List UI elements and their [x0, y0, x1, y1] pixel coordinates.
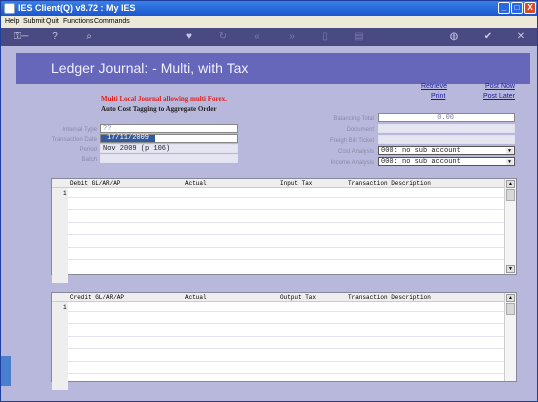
table-row[interactable]: [68, 336, 505, 337]
period-field[interactable]: Nov 2009 (p 106): [100, 144, 238, 153]
table-row[interactable]: [68, 209, 505, 210]
main-content: Ledger Journal: - Multi, with Tax Retrie…: [1, 46, 537, 401]
input-tax-column[interactable]: Input Tax: [280, 180, 312, 187]
income-analysis-select[interactable]: 000: no sub account ▼: [378, 157, 515, 166]
page-banner: Ledger Journal: - Multi, with Tax: [16, 53, 530, 84]
credit-scrollbar[interactable]: ▲: [504, 293, 516, 381]
credit-grid[interactable]: Credit GL/AR/AP Actual Output Tax Transa…: [51, 292, 517, 390]
menu-functions[interactable]: Functions: [63, 18, 93, 25]
credit-gl-column[interactable]: Credit GL/AR/AP: [70, 294, 124, 301]
heart-icon[interactable]: ♥: [183, 30, 195, 44]
window-title: IES Client(Q) v8.72 : My IES: [18, 3, 136, 13]
internal-type-field[interactable]: ??: [100, 124, 238, 133]
output-tax-column[interactable]: Output Tax: [280, 294, 316, 301]
table-row[interactable]: [68, 348, 505, 349]
menu-bar: Help Submit Quit Functions Commands: [1, 16, 537, 28]
credit-actual-column[interactable]: Actual: [185, 294, 207, 301]
batch-field[interactable]: [100, 154, 238, 163]
page-title: Ledger Journal: - Multi, with Tax: [51, 60, 249, 76]
cancel-icon[interactable]: ✕: [515, 30, 527, 44]
scroll-down-icon[interactable]: ▼: [506, 265, 515, 273]
credit-row-numbers: 1: [52, 302, 68, 390]
search-icon[interactable]: ⌕: [83, 30, 95, 44]
help-icon[interactable]: ?: [49, 30, 61, 44]
cost-analysis-label: Cost Analysis: [337, 149, 374, 155]
table-row[interactable]: [68, 323, 505, 324]
print-link[interactable]: Print: [431, 93, 445, 100]
scroll-thumb[interactable]: [506, 303, 515, 315]
table-row[interactable]: [68, 373, 505, 374]
side-dock[interactable]: [1, 356, 11, 386]
document-label: Document: [346, 127, 374, 133]
title-bar: IES Client(Q) v8.72 : My IES _ □ X: [1, 1, 537, 16]
menu-help[interactable]: Help: [5, 18, 19, 25]
internal-type-label: Internal Type: [62, 127, 97, 133]
rewind-icon[interactable]: «: [251, 30, 263, 44]
freight-bill-field[interactable]: [378, 135, 515, 144]
batch-label: Batch: [81, 157, 97, 163]
scroll-up-icon[interactable]: ▲: [506, 294, 515, 302]
cost-analysis-value: 000: no sub account: [381, 147, 461, 155]
refresh-icon[interactable]: ↻: [217, 30, 229, 44]
ok-icon[interactable]: ✔: [482, 30, 494, 44]
transaction-date-field[interactable]: 17/11/2009: [100, 134, 238, 143]
debit-scrollbar[interactable]: ▲ ▼: [504, 179, 516, 274]
minimize-button[interactable]: _: [498, 2, 510, 14]
key-icon[interactable]: ⚿─: [11, 30, 31, 44]
balancing-total-field: 0.00: [378, 113, 515, 122]
credit-grid-header: Credit GL/AR/AP Actual Output Tax Transa…: [52, 293, 505, 302]
period-label: Period: [79, 147, 97, 153]
debit-grid[interactable]: Debit GL/AR/AP Actual Input Tax Transact…: [51, 178, 517, 283]
app-window: IES Client(Q) v8.72 : My IES _ □ X Help …: [0, 0, 538, 402]
credit-description-column[interactable]: Transaction Description: [348, 294, 431, 301]
scroll-thumb[interactable]: [506, 189, 515, 201]
document-field[interactable]: [378, 124, 515, 133]
table-row[interactable]: [68, 197, 505, 198]
multi-forex-notice: Multi Local Journal allowing multi Forex…: [101, 95, 227, 103]
table-row[interactable]: [68, 234, 505, 235]
retrieve-link[interactable]: Retrieve: [421, 83, 447, 90]
balancing-total-label: Balancing Total: [333, 116, 374, 122]
trash-icon[interactable]: ▯: [319, 30, 331, 44]
debit-description-column[interactable]: Transaction Description: [348, 180, 431, 187]
chevron-down-icon[interactable]: ▼: [506, 148, 513, 154]
post-later-link[interactable]: Post Later: [483, 93, 515, 100]
credit-row-number: 1: [63, 304, 67, 311]
close-button[interactable]: X: [524, 2, 536, 14]
debit-row-number: 1: [63, 190, 67, 197]
globe-icon[interactable]: ◍: [448, 30, 460, 44]
debit-actual-column[interactable]: Actual: [185, 180, 207, 187]
freight-bill-label: Freigh Bill Ticket: [329, 138, 374, 144]
income-analysis-value: 000: no sub account: [381, 158, 461, 166]
fast-forward-icon[interactable]: »: [286, 30, 298, 44]
debit-row-numbers: 1: [52, 188, 68, 283]
chevron-down-icon[interactable]: ▼: [506, 159, 513, 165]
scroll-up-icon[interactable]: ▲: [506, 180, 515, 188]
menu-commands[interactable]: Commands: [94, 18, 130, 25]
transaction-date-label: Transaction Date: [51, 137, 97, 143]
menu-submit[interactable]: Submit: [23, 18, 45, 25]
table-row[interactable]: [68, 311, 505, 312]
app-icon: [4, 3, 15, 14]
cost-analysis-select[interactable]: 000: no sub account ▼: [378, 146, 515, 155]
table-row[interactable]: [68, 222, 505, 223]
toolbar: ⚿─ ? ⌕ ♥ ↻ « » ▯ ▤ ◍ ✔ ✕: [1, 28, 537, 46]
table-row[interactable]: [68, 361, 505, 362]
page-icon[interactable]: ▤: [353, 30, 365, 44]
menu-quit[interactable]: Quit: [46, 18, 59, 25]
maximize-button[interactable]: □: [511, 2, 523, 14]
debit-gl-column[interactable]: Debit GL/AR/AP: [70, 180, 120, 187]
debit-grid-header: Debit GL/AR/AP Actual Input Tax Transact…: [52, 179, 505, 188]
post-now-link[interactable]: Post Now: [485, 83, 515, 90]
transaction-date-value: 17/11/2009: [101, 135, 155, 142]
auto-cost-tagging-notice: Auto Cost Tagging to Aggregate Order: [101, 105, 217, 113]
table-row[interactable]: [68, 259, 505, 260]
table-row[interactable]: [68, 247, 505, 248]
income-analysis-label: Income Analysis: [330, 160, 374, 166]
